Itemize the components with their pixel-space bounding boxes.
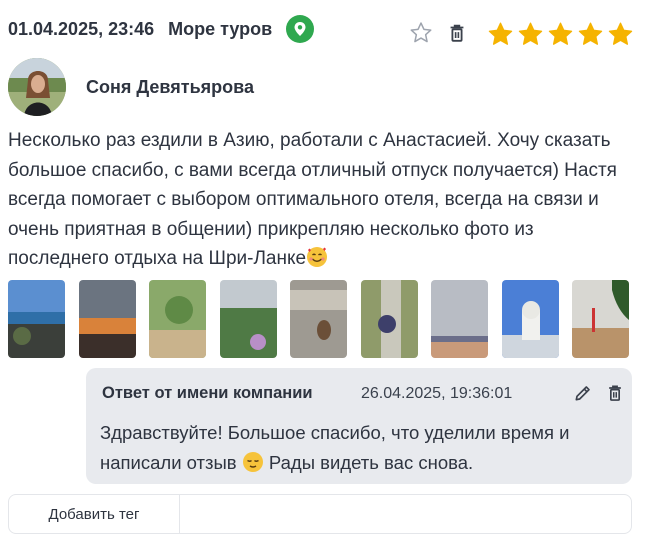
review-header: 01.04.2025, 23:46 Море туров bbox=[8, 14, 315, 44]
photo-gallery bbox=[8, 280, 629, 358]
review-text: Несколько раз ездили в Азию, работали с … bbox=[8, 126, 633, 274]
photo-thumbnail[interactable] bbox=[501, 280, 559, 358]
add-tag-button[interactable]: Добавить тег bbox=[9, 495, 180, 533]
photo-thumbnail[interactable] bbox=[78, 280, 136, 358]
company-reply: Ответ от имени компании 26.04.2025, 19:3… bbox=[86, 368, 632, 484]
relieved-face-icon bbox=[242, 451, 264, 473]
reply-time: 26.04.2025, 19:36:01 bbox=[361, 385, 513, 402]
reply-actions bbox=[570, 380, 628, 406]
star-outline-icon[interactable] bbox=[408, 20, 434, 46]
avatar bbox=[8, 58, 66, 116]
star-icon bbox=[486, 20, 515, 49]
reply-title: Ответ от имени компании bbox=[102, 384, 313, 402]
star-icon bbox=[606, 20, 635, 49]
star-icon bbox=[516, 20, 545, 49]
trash-icon[interactable] bbox=[602, 380, 628, 406]
review-source: Море туров bbox=[168, 18, 273, 39]
photo-thumbnail[interactable] bbox=[219, 280, 277, 358]
review-author: Соня Девятьярова bbox=[8, 58, 254, 116]
star-icon bbox=[576, 20, 605, 49]
pencil-icon[interactable] bbox=[570, 380, 596, 406]
star-icon bbox=[546, 20, 575, 49]
photo-thumbnail[interactable] bbox=[8, 280, 65, 358]
trash-icon[interactable] bbox=[444, 20, 470, 46]
review-date: 01.04.2025, 23:46 bbox=[8, 18, 155, 39]
author-name: Соня Девятьярова bbox=[86, 76, 254, 97]
rating-stars bbox=[486, 20, 635, 49]
photo-thumbnail[interactable] bbox=[149, 280, 206, 358]
smiling-face-with-hearts-icon bbox=[306, 246, 328, 268]
reply-text: Здравствуйте! Большое спасибо, что удели… bbox=[100, 418, 620, 478]
tag-bar: Добавить тег bbox=[8, 494, 632, 534]
map-pin-icon bbox=[286, 15, 315, 43]
photo-thumbnail[interactable] bbox=[360, 280, 418, 358]
photo-thumbnail[interactable] bbox=[431, 280, 488, 358]
review-actions bbox=[408, 20, 470, 46]
photo-thumbnail[interactable] bbox=[290, 280, 347, 358]
reply-text-after: Рады видеть вас снова. bbox=[268, 452, 474, 473]
photo-thumbnail[interactable] bbox=[572, 280, 629, 358]
